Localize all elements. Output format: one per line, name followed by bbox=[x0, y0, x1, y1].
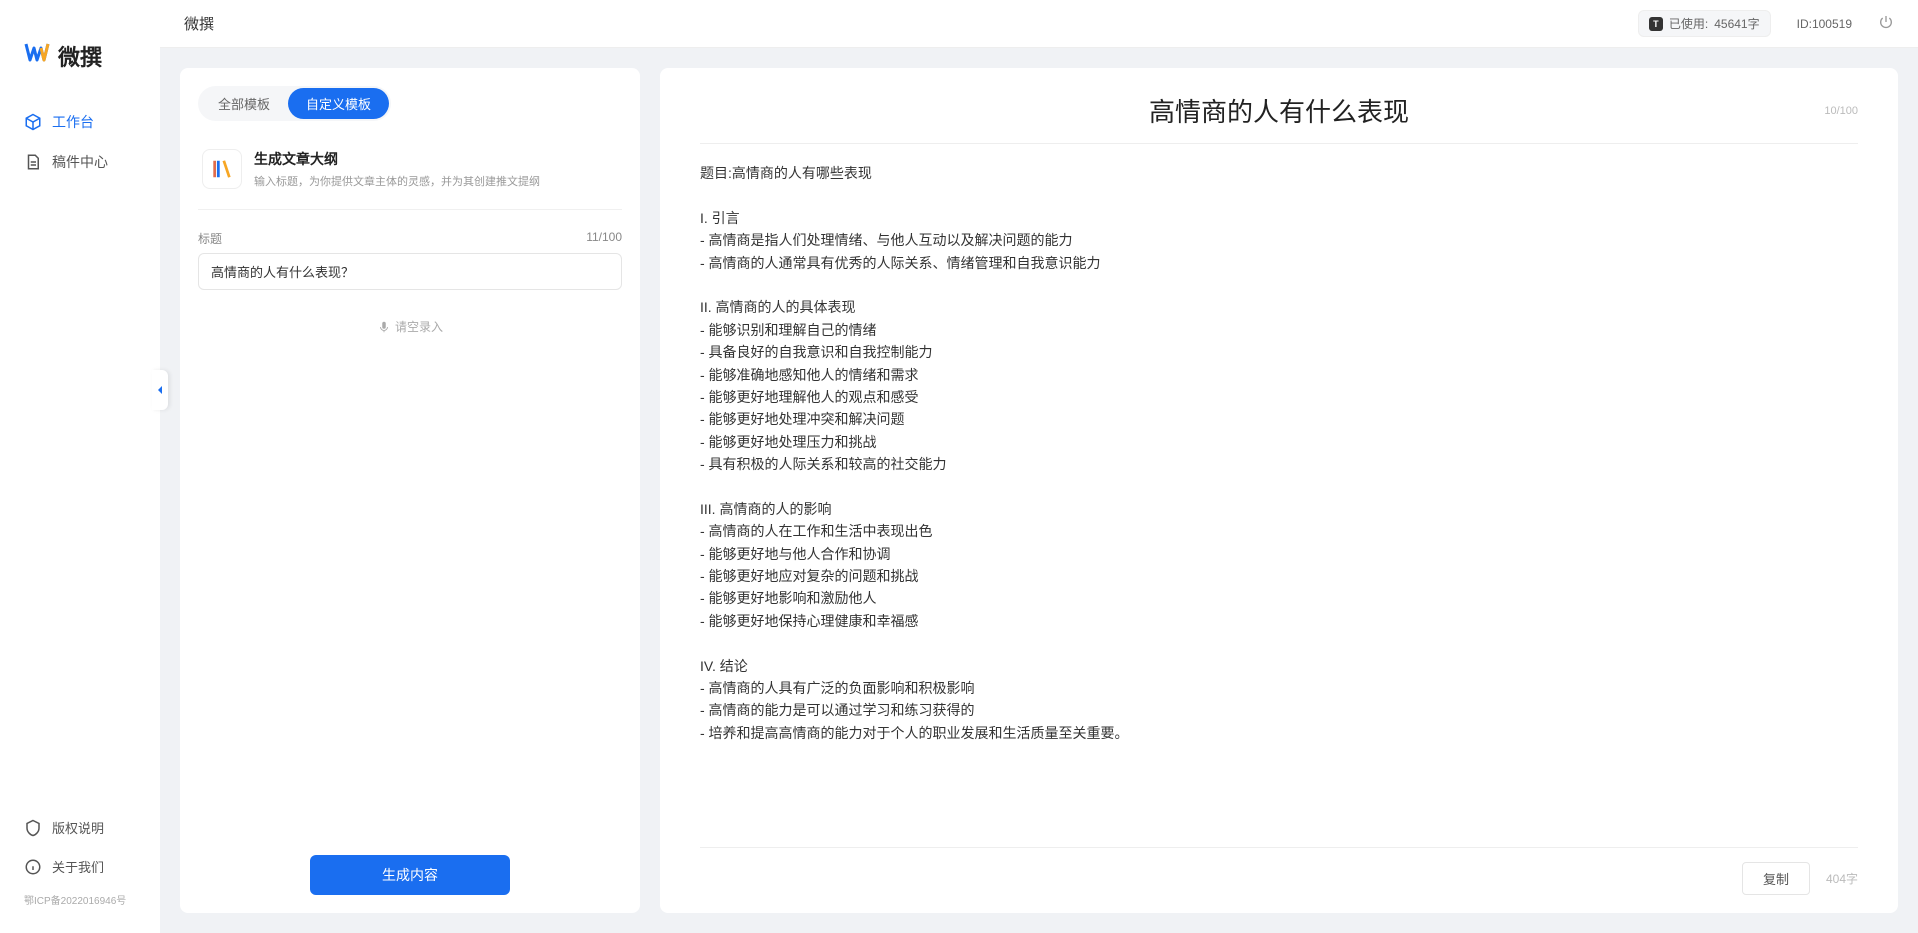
nav-label: 稿件中心 bbox=[52, 152, 108, 172]
topbar-right: T 已使用: 45641字 ID:100519 bbox=[1638, 10, 1894, 37]
sidebar-bottom: 版权说明 关于我们 鄂ICP备2022016946号 bbox=[0, 808, 160, 913]
power-icon bbox=[1878, 14, 1894, 30]
document-icon bbox=[24, 153, 42, 171]
output-title: 高情商的人有什么表现 bbox=[760, 92, 1798, 129]
char-count: 404字 bbox=[1826, 870, 1858, 887]
template-desc: 输入标题，为你提供文章主体的灵感，并为其创建推文提纲 bbox=[254, 173, 540, 189]
cube-icon bbox=[24, 113, 42, 131]
shield-icon bbox=[24, 819, 42, 837]
nav-item-drafts[interactable]: 稿件中心 bbox=[0, 142, 160, 182]
nav-item-copyright[interactable]: 版权说明 bbox=[0, 808, 160, 847]
field-label: 标题 bbox=[198, 230, 222, 247]
app-root: 微撰 工作台 稿件中心 版权说明 关于我们 鄂ICP备2022016946号 bbox=[0, 0, 1918, 933]
logo-icon bbox=[24, 40, 50, 72]
spacer bbox=[198, 355, 622, 855]
input-panel: 全部模板 自定义模板 生成文章大纲 输入标题，为你提供文章主体的灵感，并为其创建… bbox=[180, 68, 640, 913]
usage-prefix: 已使用: bbox=[1669, 15, 1708, 32]
nav-menu: 工作台 稿件中心 bbox=[0, 102, 160, 808]
usage-value: 45641字 bbox=[1714, 15, 1759, 32]
usage-badge[interactable]: T 已使用: 45641字 bbox=[1638, 10, 1771, 37]
microphone-icon bbox=[377, 320, 391, 334]
logo[interactable]: 微撰 bbox=[0, 20, 160, 102]
output-panel: 高情商的人有什么表现 10/100 题目:高情商的人有哪些表现 I. 引言 - … bbox=[660, 68, 1898, 913]
template-card[interactable]: 生成文章大纲 输入标题，为你提供文章主体的灵感，并为其创建推文提纲 bbox=[198, 141, 622, 210]
text-icon: T bbox=[1649, 17, 1663, 31]
nav-label: 版权说明 bbox=[52, 818, 104, 837]
template-title: 生成文章大纲 bbox=[254, 149, 540, 169]
sidebar: 微撰 工作台 稿件中心 版权说明 关于我们 鄂ICP备2022016946号 bbox=[0, 0, 160, 933]
nav-item-about[interactable]: 关于我们 bbox=[0, 847, 160, 886]
sidebar-collapse-handle[interactable] bbox=[152, 370, 168, 410]
main-area: 微撰 T 已使用: 45641字 ID:100519 全部模板 自定义模板 bbox=[160, 0, 1918, 933]
tab-all-templates[interactable]: 全部模板 bbox=[200, 88, 288, 119]
template-tabs: 全部模板 自定义模板 bbox=[198, 86, 391, 121]
field-counter: 11/100 bbox=[586, 230, 622, 247]
user-id: ID:100519 bbox=[1797, 17, 1852, 31]
generate-button[interactable]: 生成内容 bbox=[310, 855, 510, 895]
topbar: 微撰 T 已使用: 45641字 ID:100519 bbox=[160, 0, 1918, 48]
chevron-left-icon bbox=[155, 385, 165, 395]
icp-text: 鄂ICP备2022016946号 bbox=[0, 886, 160, 913]
title-field-group: 标题 11/100 bbox=[198, 230, 622, 290]
nav-item-workspace[interactable]: 工作台 bbox=[0, 102, 160, 142]
template-icon bbox=[202, 149, 242, 189]
power-button[interactable] bbox=[1878, 14, 1894, 33]
page-title: 微撰 bbox=[184, 13, 214, 34]
nav-label: 关于我们 bbox=[52, 857, 104, 876]
info-icon bbox=[24, 858, 42, 876]
template-info: 生成文章大纲 输入标题，为你提供文章主体的灵感，并为其创建推文提纲 bbox=[254, 149, 540, 189]
content: 全部模板 自定义模板 生成文章大纲 输入标题，为你提供文章主体的灵感，并为其创建… bbox=[160, 48, 1918, 933]
tab-custom-template[interactable]: 自定义模板 bbox=[288, 88, 389, 119]
output-header: 高情商的人有什么表现 10/100 bbox=[700, 92, 1858, 144]
output-body[interactable]: 题目:高情商的人有哪些表现 I. 引言 - 高情商是指人们处理情绪、与他人互动以… bbox=[700, 162, 1858, 847]
voice-input-row[interactable]: 请空录入 bbox=[198, 310, 622, 355]
logo-text: 微撰 bbox=[58, 40, 102, 72]
copy-button[interactable]: 复制 bbox=[1742, 862, 1810, 895]
nav-label: 工作台 bbox=[52, 112, 94, 132]
output-title-counter: 10/100 bbox=[1798, 105, 1858, 117]
output-footer: 复制 404字 bbox=[700, 847, 1858, 895]
title-input[interactable] bbox=[198, 253, 622, 290]
voice-hint: 请空录入 bbox=[395, 318, 443, 335]
